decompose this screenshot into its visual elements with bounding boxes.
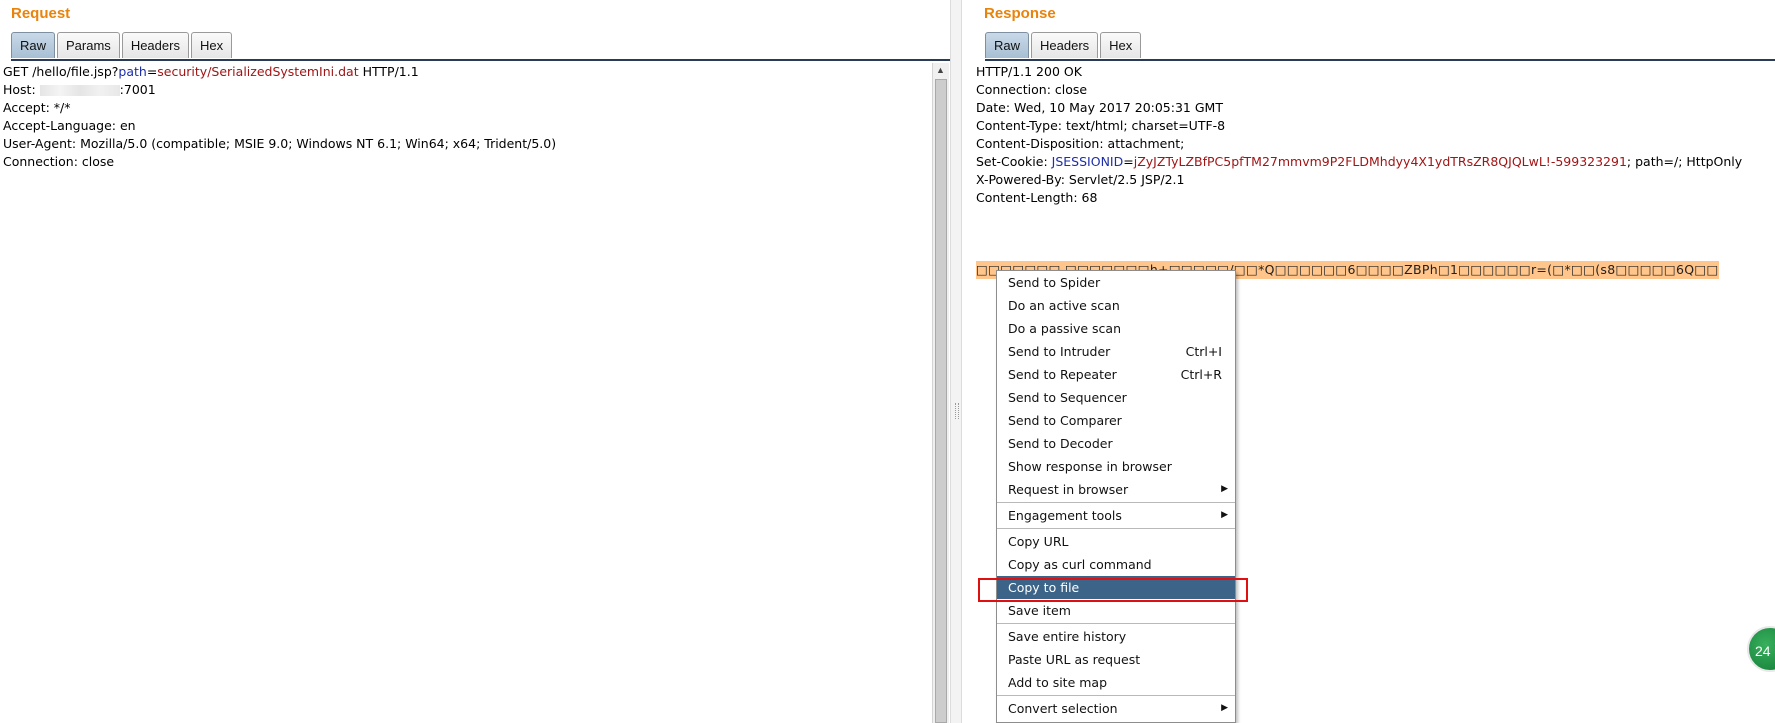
request-tabs: Raw Params Headers Hex (11, 32, 234, 60)
request-editor[interactable]: GET /hello/file.jsp?path=security/Serial… (0, 63, 950, 723)
menu-item-request-in-browser[interactable]: Request in browser ▶ (997, 478, 1235, 501)
menu-item-save-entire-history[interactable]: Save entire history (997, 625, 1235, 648)
response-tab-underline (985, 59, 1775, 61)
menu-item-convert-selection[interactable]: Convert selection ▶ (997, 697, 1235, 720)
request-tab-params[interactable]: Params (57, 32, 120, 58)
request-scrollbar[interactable]: ▲ (932, 63, 949, 723)
host-line: Host: :7001 (3, 82, 156, 97)
header-line: Content-Length: 68 (976, 190, 1098, 205)
request-line: GET /hello/file.jsp?path=security/Serial… (3, 64, 419, 79)
scroll-up-arrow-icon[interactable]: ▲ (936, 65, 945, 75)
set-cookie-line: Set-Cookie: JSESSIONID=jZyJZTyLZBfPC5pfT… (976, 154, 1743, 169)
header-line: Content-Type: text/html; charset=UTF-8 (976, 118, 1226, 133)
context-menu: Send to Spider Do an active scan Do a pa… (996, 270, 1236, 723)
submenu-arrow-icon: ▶ (1221, 510, 1228, 520)
response-tab-hex[interactable]: Hex (1100, 32, 1142, 58)
menu-separator (997, 502, 1235, 503)
shortcut-label: Ctrl+I (1185, 344, 1222, 359)
menu-item-show-response-in-browser[interactable]: Show response in browser (997, 455, 1235, 478)
header-line: Connection: close (976, 82, 1088, 97)
header-line: X-Powered-By: Servlet/2.5 JSP/2.1 (976, 172, 1185, 187)
menu-item-send-to-comparer[interactable]: Send to Comparer (997, 409, 1235, 432)
redacted-host (39, 85, 120, 96)
menu-item-send-to-sequencer[interactable]: Send to Sequencer (997, 386, 1235, 409)
param-key: path (118, 64, 147, 79)
annotation-highlight-box (978, 578, 1248, 602)
header-line: User-Agent: Mozilla/5.0 (compatible; MSI… (3, 136, 557, 151)
submenu-arrow-icon: ▶ (1221, 703, 1228, 713)
status-line: HTTP/1.1 200 OK (976, 64, 1082, 79)
request-tab-raw[interactable]: Raw (11, 32, 56, 58)
scroll-thumb[interactable] (935, 79, 947, 723)
menu-item-add-to-site-map[interactable]: Add to site map (997, 671, 1235, 694)
header-line: Date: Wed, 10 May 2017 20:05:31 GMT (976, 100, 1223, 115)
menu-item-send-to-decoder[interactable]: Send to Decoder (997, 432, 1235, 455)
response-title: Response (984, 5, 1056, 22)
menu-item-send-to-intruder[interactable]: Send to Intruder Ctrl+I (997, 340, 1235, 363)
menu-item-active-scan[interactable]: Do an active scan (997, 294, 1235, 317)
header-line: Connection: close (3, 154, 115, 169)
menu-item-send-to-repeater[interactable]: Send to Repeater Ctrl+R (997, 363, 1235, 386)
menu-item-passive-scan[interactable]: Do a passive scan (997, 317, 1235, 340)
header-line: Content-Disposition: attachment; (976, 136, 1185, 151)
request-pane: Request Raw Params Headers Hex GET /hell… (0, 0, 950, 723)
menu-item-paste-url-as-request[interactable]: Paste URL as request (997, 648, 1235, 671)
request-title: Request (11, 5, 71, 22)
request-tab-headers[interactable]: Headers (121, 32, 189, 58)
param-value: security/SerializedSystemIni.dat (157, 64, 359, 79)
menu-separator (997, 528, 1235, 529)
submenu-arrow-icon: ▶ (1221, 484, 1228, 494)
response-tabs: Raw Headers Hex (985, 32, 1143, 60)
cookie-key: JSESSIONID (1051, 154, 1124, 169)
menu-separator (997, 623, 1235, 624)
header-line: Accept-Language: en (3, 118, 136, 133)
menu-item-copy-url[interactable]: Copy URL (997, 530, 1235, 553)
pane-splitter[interactable] (950, 0, 962, 723)
menu-item-save-item[interactable]: Save item (997, 599, 1235, 622)
response-tab-headers[interactable]: Headers (1031, 32, 1099, 58)
splitter-grip-icon[interactable] (955, 403, 959, 419)
response-tab-raw[interactable]: Raw (985, 32, 1030, 58)
request-tab-underline (11, 59, 950, 61)
header-line: Accept: */* (3, 100, 71, 115)
menu-item-engagement-tools[interactable]: Engagement tools ▶ (997, 504, 1235, 527)
menu-item-send-to-spider[interactable]: Send to Spider (997, 271, 1235, 294)
cookie-value: jZyJZTyLZBfPC5pfTM27mmvm9P2FLDMhdyy4X1yd… (1133, 154, 1627, 169)
menu-item-copy-as-curl[interactable]: Copy as curl command (997, 553, 1235, 576)
request-tab-hex[interactable]: Hex (190, 32, 233, 58)
menu-separator (997, 695, 1235, 696)
shortcut-label: Ctrl+R (1180, 367, 1222, 382)
